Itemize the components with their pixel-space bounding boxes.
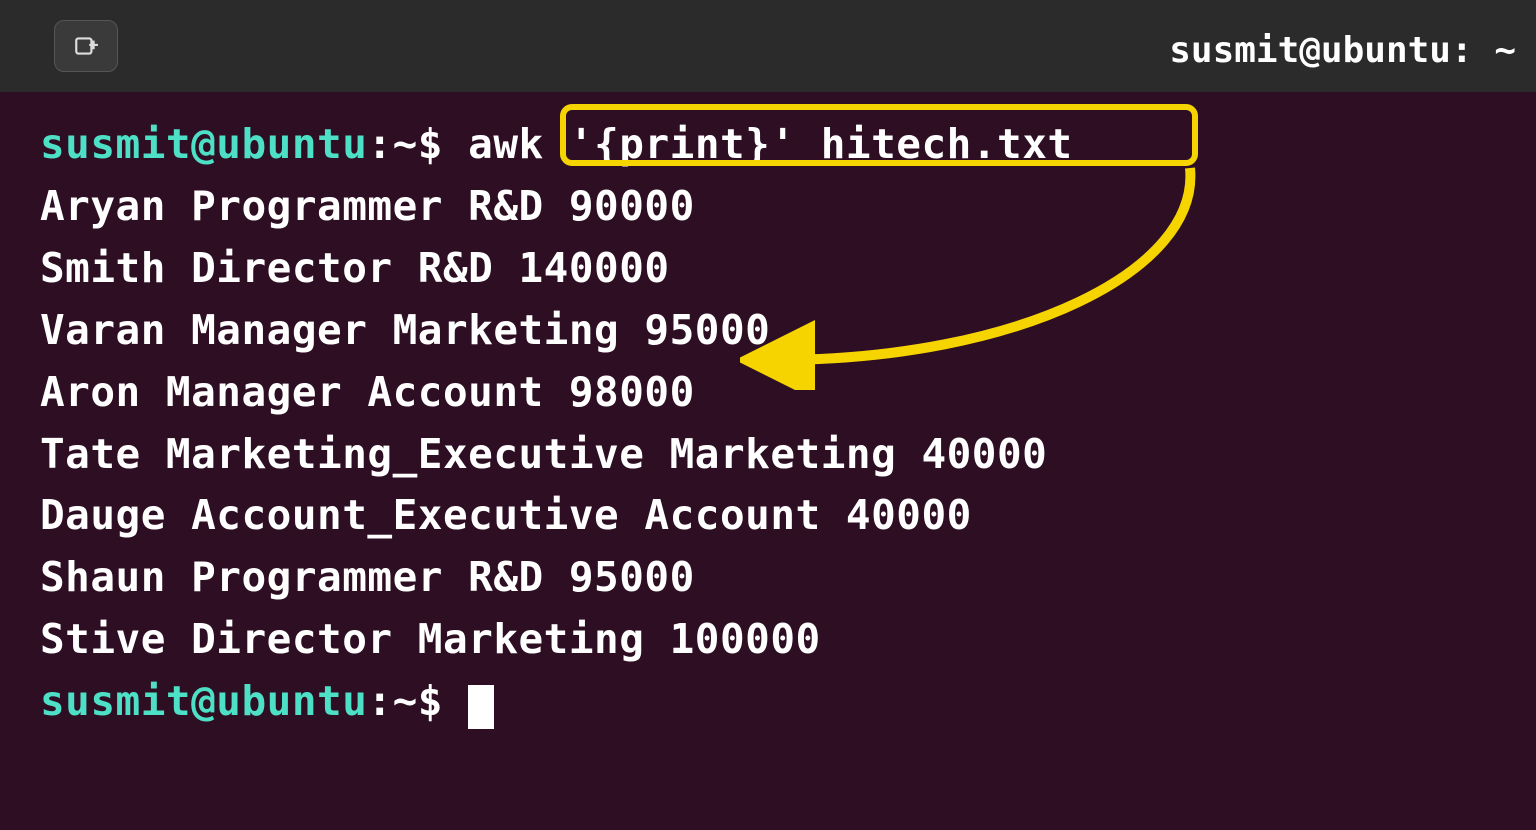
terminal-cursor: [468, 685, 494, 729]
command-line-1: susmit@ubuntu:~$ awk '{print}' hitech.tx…: [40, 114, 1496, 176]
output-row: Aryan Programmer R&D 90000: [40, 176, 1496, 238]
new-tab-button[interactable]: [54, 20, 118, 72]
titlebar: susmit@ubuntu: ~: [0, 0, 1536, 92]
prompt-path: ~: [393, 677, 418, 725]
output-row: Dauge Account_Executive Account 40000: [40, 485, 1496, 547]
prompt-path: ~: [393, 120, 418, 168]
command-line-2: susmit@ubuntu:~$: [40, 671, 1496, 733]
output-row: Aron Manager Account 98000: [40, 362, 1496, 424]
terminal-area[interactable]: susmit@ubuntu:~$ awk '{print}' hitech.tx…: [0, 92, 1536, 733]
output-row: Shaun Programmer R&D 95000: [40, 547, 1496, 609]
output-row: Tate Marketing_Executive Marketing 40000: [40, 424, 1496, 486]
window-title: susmit@ubuntu: ~: [1169, 30, 1516, 71]
entered-command: awk '{print}' hitech.txt: [468, 120, 1072, 168]
prompt-userhost: susmit@ubuntu: [40, 120, 367, 168]
prompt-symbol: $: [418, 120, 443, 168]
prompt-separator: :: [367, 120, 392, 168]
prompt-symbol: $: [418, 677, 443, 725]
output-row: Smith Director R&D 140000: [40, 238, 1496, 300]
prompt-userhost: susmit@ubuntu: [40, 677, 367, 725]
output-row: Stive Director Marketing 100000: [40, 609, 1496, 671]
output-row: Varan Manager Marketing 95000: [40, 300, 1496, 362]
new-tab-icon: [73, 33, 99, 59]
prompt-separator: :: [367, 677, 392, 725]
